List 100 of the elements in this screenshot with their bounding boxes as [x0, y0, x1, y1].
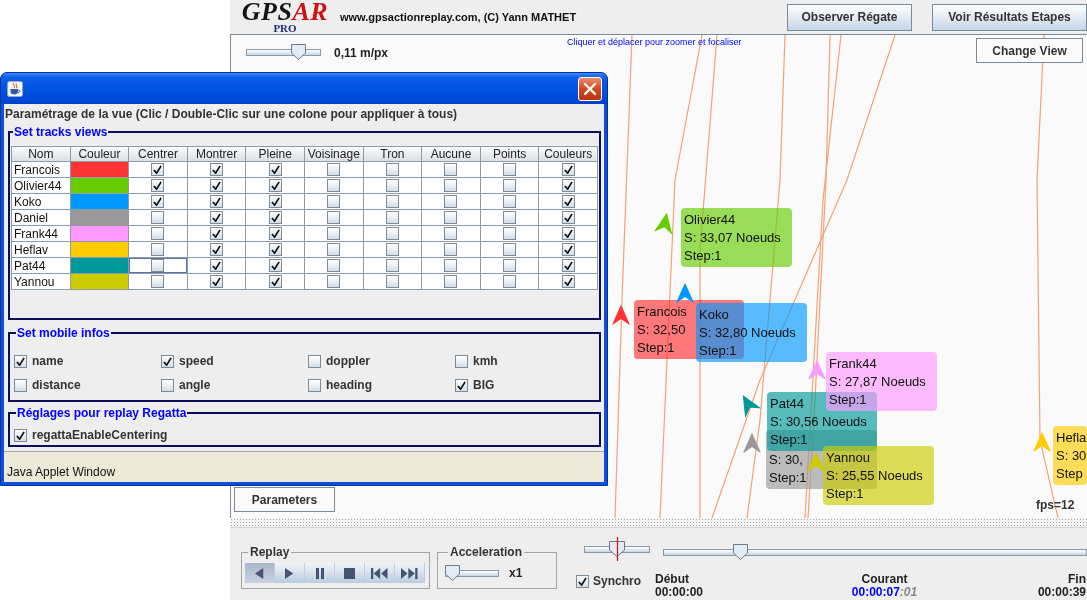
slider-thumb[interactable] — [291, 44, 306, 60]
checkbox[interactable] — [455, 378, 468, 392]
checkbox[interactable] — [327, 259, 341, 272]
checkbox[interactable] — [151, 179, 165, 192]
checkbox[interactable] — [385, 179, 399, 192]
checkbox[interactable] — [327, 243, 341, 256]
checkbox[interactable] — [161, 354, 174, 368]
checkbox[interactable] — [210, 195, 224, 208]
checkbox[interactable] — [444, 211, 458, 224]
slider-thumb[interactable] — [732, 544, 748, 560]
checkbox[interactable] — [444, 259, 458, 272]
checkbox[interactable] — [327, 179, 341, 192]
column-header[interactable]: Centrer — [129, 147, 187, 161]
play-button[interactable] — [275, 563, 305, 583]
column-header[interactable]: Couleur — [70, 147, 129, 161]
checkbox[interactable] — [151, 211, 165, 224]
checkbox[interactable] — [268, 163, 282, 176]
checkbox[interactable] — [455, 354, 468, 368]
header-button[interactable]: Observer Régate — [787, 3, 912, 31]
column-header[interactable]: Nom — [12, 147, 70, 161]
checkbox[interactable] — [385, 195, 399, 208]
checkbox[interactable] — [503, 195, 517, 208]
checkbox[interactable] — [161, 378, 174, 392]
timeline-slider[interactable] — [663, 544, 1087, 560]
checkbox[interactable] — [268, 275, 282, 288]
arrow-marker-icon[interactable] — [743, 433, 761, 453]
checkbox[interactable] — [327, 163, 341, 176]
checkbox[interactable] — [444, 163, 458, 176]
parameters-button[interactable]: Parameters — [234, 487, 335, 512]
column-header[interactable]: Couleurs — [539, 147, 597, 161]
checkbox[interactable] — [268, 195, 282, 208]
checkbox[interactable] — [151, 243, 165, 256]
skip-forward-button[interactable] — [395, 563, 425, 583]
checkbox[interactable] — [14, 378, 27, 392]
header-button[interactable]: Voir Résultats Etapes — [932, 3, 1087, 31]
slider-thumb[interactable] — [609, 537, 625, 561]
checkbox[interactable] — [503, 275, 517, 288]
skip-back-button[interactable] — [365, 563, 395, 583]
stop-button[interactable] — [335, 563, 365, 583]
zoom-slider[interactable] — [246, 44, 321, 60]
column-header[interactable]: Pleine — [246, 147, 304, 161]
checkbox[interactable] — [151, 195, 165, 208]
column-header[interactable]: Points — [480, 147, 539, 161]
checkbox[interactable] — [268, 243, 282, 256]
checkbox[interactable] — [561, 163, 575, 176]
arrow-marker-icon[interactable] — [612, 305, 630, 325]
checkbox[interactable] — [385, 259, 399, 272]
acceleration-slider[interactable] — [445, 565, 499, 581]
checkbox[interactable] — [561, 211, 575, 224]
checkbox[interactable] — [151, 275, 165, 288]
arrow-marker-icon[interactable] — [676, 283, 694, 303]
checkbox[interactable] — [444, 227, 458, 240]
checkbox[interactable] — [268, 179, 282, 192]
checkbox[interactable] — [210, 259, 224, 272]
sync-slider[interactable] — [584, 537, 650, 561]
arrow-marker-icon[interactable] — [808, 360, 826, 380]
checkbox[interactable] — [385, 163, 399, 176]
checkbox[interactable] — [14, 354, 27, 368]
checkbox[interactable] — [385, 275, 399, 288]
checkbox[interactable] — [385, 227, 399, 240]
slider-thumb[interactable] — [445, 565, 460, 581]
checkbox[interactable] — [268, 259, 282, 272]
checkbox[interactable] — [210, 243, 224, 256]
checkbox[interactable] — [210, 227, 224, 240]
checkbox[interactable] — [308, 378, 321, 392]
checkbox[interactable] — [14, 428, 27, 442]
checkbox[interactable] — [210, 163, 224, 176]
checkbox[interactable] — [268, 227, 282, 240]
change-view-button[interactable]: Change View — [976, 38, 1083, 63]
checkbox[interactable] — [561, 275, 575, 288]
checkbox[interactable] — [503, 163, 517, 176]
checkbox[interactable] — [503, 243, 517, 256]
checkbox[interactable] — [385, 211, 399, 224]
checkbox[interactable] — [151, 227, 165, 240]
column-header[interactable]: Montrer — [187, 147, 246, 161]
checkbox[interactable] — [327, 275, 341, 288]
arrow-marker-icon[interactable] — [807, 452, 825, 472]
previous-button[interactable] — [245, 563, 275, 583]
checkbox[interactable] — [444, 195, 458, 208]
checkbox[interactable] — [151, 163, 165, 176]
checkbox[interactable] — [561, 243, 575, 256]
close-button[interactable] — [578, 76, 602, 101]
checkbox[interactable] — [151, 259, 165, 272]
checkbox[interactable] — [503, 259, 517, 272]
checkbox[interactable] — [561, 259, 575, 272]
checkbox[interactable] — [327, 211, 341, 224]
checkbox[interactable] — [444, 179, 458, 192]
checkbox[interactable] — [561, 227, 575, 240]
checkbox[interactable] — [576, 574, 589, 588]
pause-button[interactable] — [305, 563, 335, 583]
column-header[interactable]: Tron — [363, 147, 422, 161]
checkbox[interactable] — [444, 243, 458, 256]
checkbox[interactable] — [210, 275, 224, 288]
checkbox[interactable] — [308, 354, 321, 368]
checkbox[interactable] — [210, 211, 224, 224]
checkbox[interactable] — [503, 179, 517, 192]
column-header[interactable]: Aucune — [422, 147, 480, 161]
checkbox[interactable] — [444, 275, 458, 288]
checkbox[interactable] — [210, 179, 224, 192]
checkbox[interactable] — [268, 211, 282, 224]
